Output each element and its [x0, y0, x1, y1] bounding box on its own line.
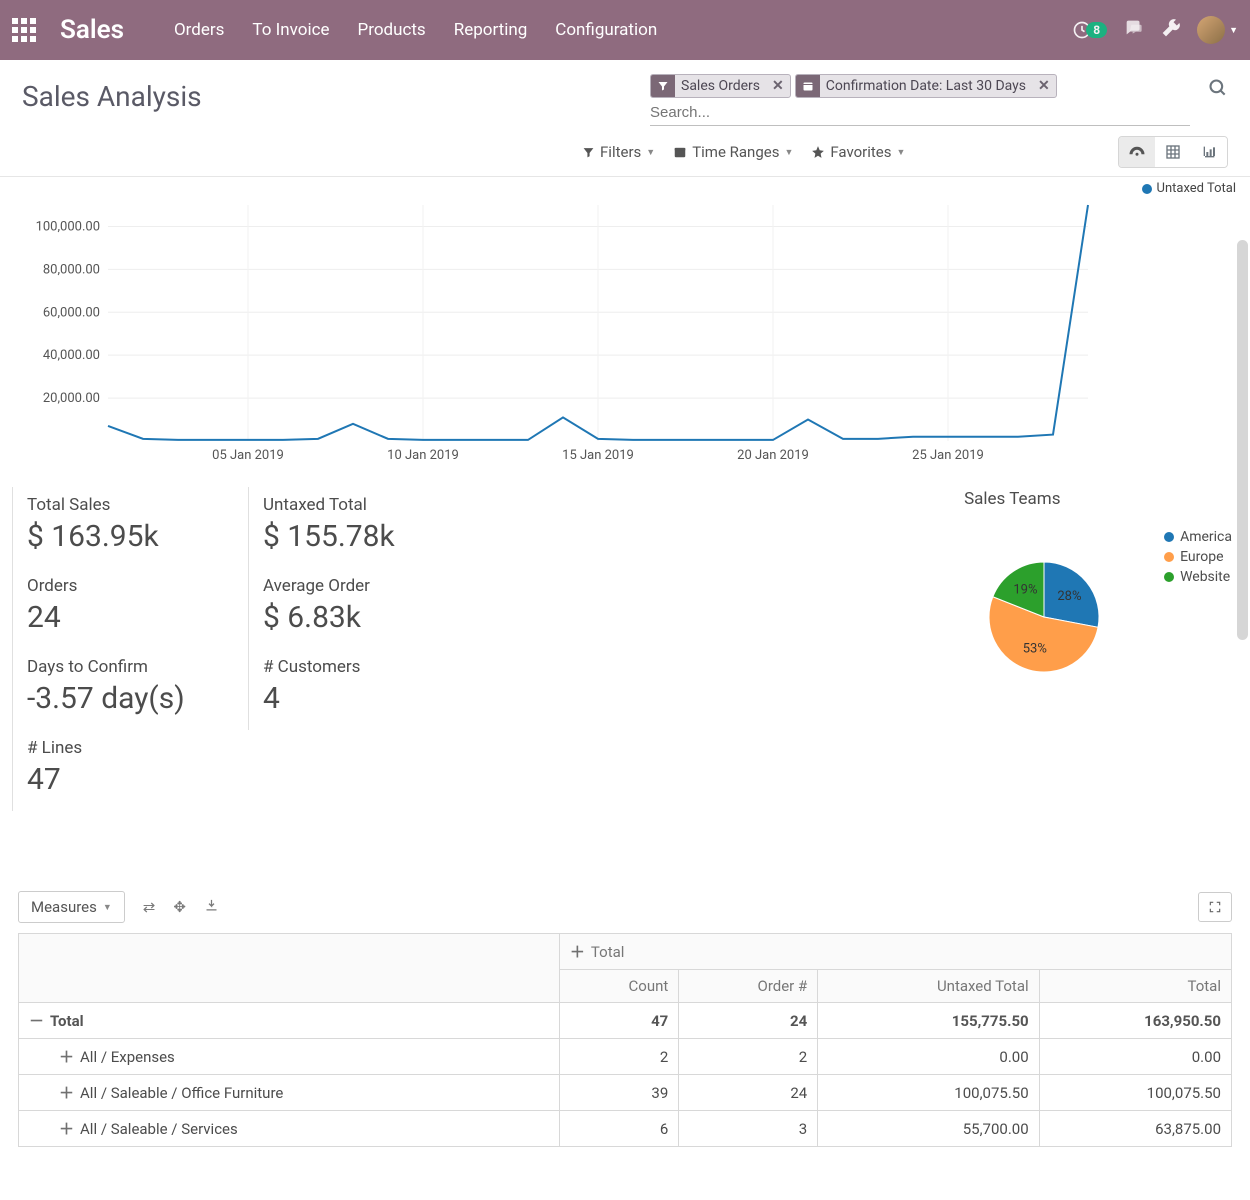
svg-text:19%: 19% — [1013, 583, 1037, 598]
pivot-row: ＋All / Expenses 220.000.00 — [19, 1039, 1232, 1075]
favorites-button[interactable]: Favorites▼ — [811, 143, 905, 161]
pivot-toolbar: Measures▼ ⇄ ✥ — [0, 881, 1250, 933]
swap-axis-icon[interactable]: ⇄ — [143, 898, 156, 916]
expand-icon[interactable]: ＋ — [59, 1120, 74, 1138]
svg-text:20,000.00: 20,000.00 — [43, 391, 100, 406]
nav-orders[interactable]: Orders — [160, 12, 238, 48]
col-untaxed[interactable]: Untaxed Total — [818, 970, 1039, 1003]
svg-text:15 Jan 2019: 15 Jan 2019 — [562, 448, 634, 463]
pie-chart-svg: 28% 53% 19% — [964, 517, 1124, 697]
svg-text:05 Jan 2019: 05 Jan 2019 — [212, 448, 284, 463]
app-brand: Sales — [60, 15, 124, 45]
avatar — [1197, 16, 1225, 44]
svg-text:53%: 53% — [1023, 642, 1047, 657]
pie-legend-item: Website — [1164, 569, 1232, 585]
kpi-total-sales: Total Sales$ 163.95k — [12, 487, 248, 568]
measures-button[interactable]: Measures▼ — [18, 891, 125, 923]
chip-sales-orders[interactable]: Sales Orders ✕ — [650, 74, 791, 98]
svg-text:40,000.00: 40,000.00 — [43, 348, 100, 363]
pivot-row: ＋All / Saleable / Office Furniture 39241… — [19, 1075, 1232, 1111]
svg-text:80,000.00: 80,000.00 — [43, 262, 100, 277]
svg-text:25 Jan 2019: 25 Jan 2019 — [912, 448, 984, 463]
funnel-icon — [651, 75, 675, 97]
expand-icon[interactable]: ＋ — [59, 1084, 74, 1102]
dashboard-view-icon[interactable] — [1119, 137, 1155, 167]
pivot-total-row: －Total 47 24 155,775.50 163,950.50 — [19, 1003, 1232, 1039]
header-row: Sales Analysis Sales Orders ✕ Confirmati… — [0, 60, 1250, 126]
kpi-untaxed-total: Untaxed Total$ 155.78k — [248, 487, 484, 568]
col-count[interactable]: Count — [559, 970, 678, 1003]
top-navbar: Sales Orders To Invoice Products Reporti… — [0, 0, 1250, 60]
collapse-icon[interactable]: ＋ — [570, 943, 585, 961]
pie-legend-item: America — [1164, 529, 1232, 545]
nav-configuration[interactable]: Configuration — [541, 12, 671, 48]
pie-title: Sales Teams — [964, 489, 1124, 509]
kpi-average-order: Average Order$ 6.83k — [248, 568, 484, 649]
apps-grid-icon[interactable] — [12, 18, 36, 42]
user-menu[interactable]: ▼ — [1197, 16, 1238, 44]
pivot-row: ＋All / Saleable / Services 6355,700.0063… — [19, 1111, 1232, 1147]
chip-remove-icon[interactable]: ✕ — [1032, 78, 1056, 94]
svg-text:28%: 28% — [1057, 589, 1081, 604]
pivot-view-icon[interactable] — [1155, 137, 1191, 167]
svg-text:10 Jan 2019: 10 Jan 2019 — [387, 448, 459, 463]
filters-button[interactable]: Filters▼ — [582, 143, 655, 161]
kpi-customers: # Customers4 — [248, 649, 484, 730]
kpi-orders: Orders24 — [12, 568, 248, 649]
settings-wrench-icon[interactable] — [1161, 18, 1181, 42]
svg-text:100,000.00: 100,000.00 — [36, 219, 100, 234]
line-chart: Untaxed Total 20,000.00 40,000.00 60,000.0… — [0, 177, 1250, 481]
pie-block: Sales Teams 28% 53% 19% America Europe Websi… — [946, 481, 1250, 811]
pivot-table: ＋Total Count Order # Untaxed Total Total… — [18, 933, 1232, 1147]
expand-icon[interactable]: ＋ — [59, 1048, 74, 1066]
chip-confirmation-date[interactable]: Confirmation Date: Last 30 Days ✕ — [795, 74, 1057, 98]
filter-toolbar: Filters▼ Time Ranges▼ Favorites▼ — [0, 126, 1250, 176]
nav-products[interactable]: Products — [344, 12, 440, 48]
activity-badge: 8 — [1086, 22, 1107, 38]
page-title: Sales Analysis — [22, 74, 202, 113]
graph-view-icon[interactable] — [1191, 137, 1227, 167]
chat-icon[interactable] — [1123, 17, 1145, 43]
pie-legend-item: Europe — [1164, 549, 1232, 565]
pie-legend: America Europe Website — [1164, 529, 1232, 803]
scrollbar[interactable] — [1237, 240, 1248, 640]
col-order-num[interactable]: Order # — [679, 970, 818, 1003]
search-filters: Sales Orders ✕ Confirmation Date: Last 3… — [650, 74, 1190, 98]
kpi-lines: # Lines47 — [12, 730, 248, 811]
svg-text:20 Jan 2019: 20 Jan 2019 — [737, 448, 809, 463]
chip-remove-icon[interactable]: ✕ — [766, 78, 790, 94]
expand-all-icon[interactable]: ✥ — [173, 898, 186, 916]
svg-text:60,000.00: 60,000.00 — [43, 305, 100, 320]
collapse-icon[interactable]: － — [29, 1012, 44, 1030]
calendar-icon — [796, 75, 820, 97]
kpi-days-to-confirm: Days to Confirm-3.57 day(s) — [12, 649, 248, 730]
time-ranges-button[interactable]: Time Ranges▼ — [673, 143, 793, 161]
view-switcher — [1118, 136, 1228, 168]
search-icon[interactable] — [1208, 78, 1228, 102]
nav-reporting[interactable]: Reporting — [440, 12, 542, 48]
fullscreen-icon[interactable] — [1198, 892, 1232, 922]
activity-clock-icon[interactable]: 8 — [1072, 20, 1107, 40]
col-total[interactable]: Total — [1039, 970, 1231, 1003]
search-input[interactable] — [650, 100, 1190, 126]
kpi-grid: Total Sales$ 163.95k Untaxed Total$ 155.… — [0, 481, 730, 811]
nav-to-invoice[interactable]: To Invoice — [238, 12, 343, 48]
download-icon[interactable] — [204, 898, 219, 917]
line-chart-svg: 20,000.00 40,000.00 60,000.00 80,000.00 100,… — [8, 185, 1098, 481]
chart-legend: Untaxed Total — [1142, 181, 1236, 196]
